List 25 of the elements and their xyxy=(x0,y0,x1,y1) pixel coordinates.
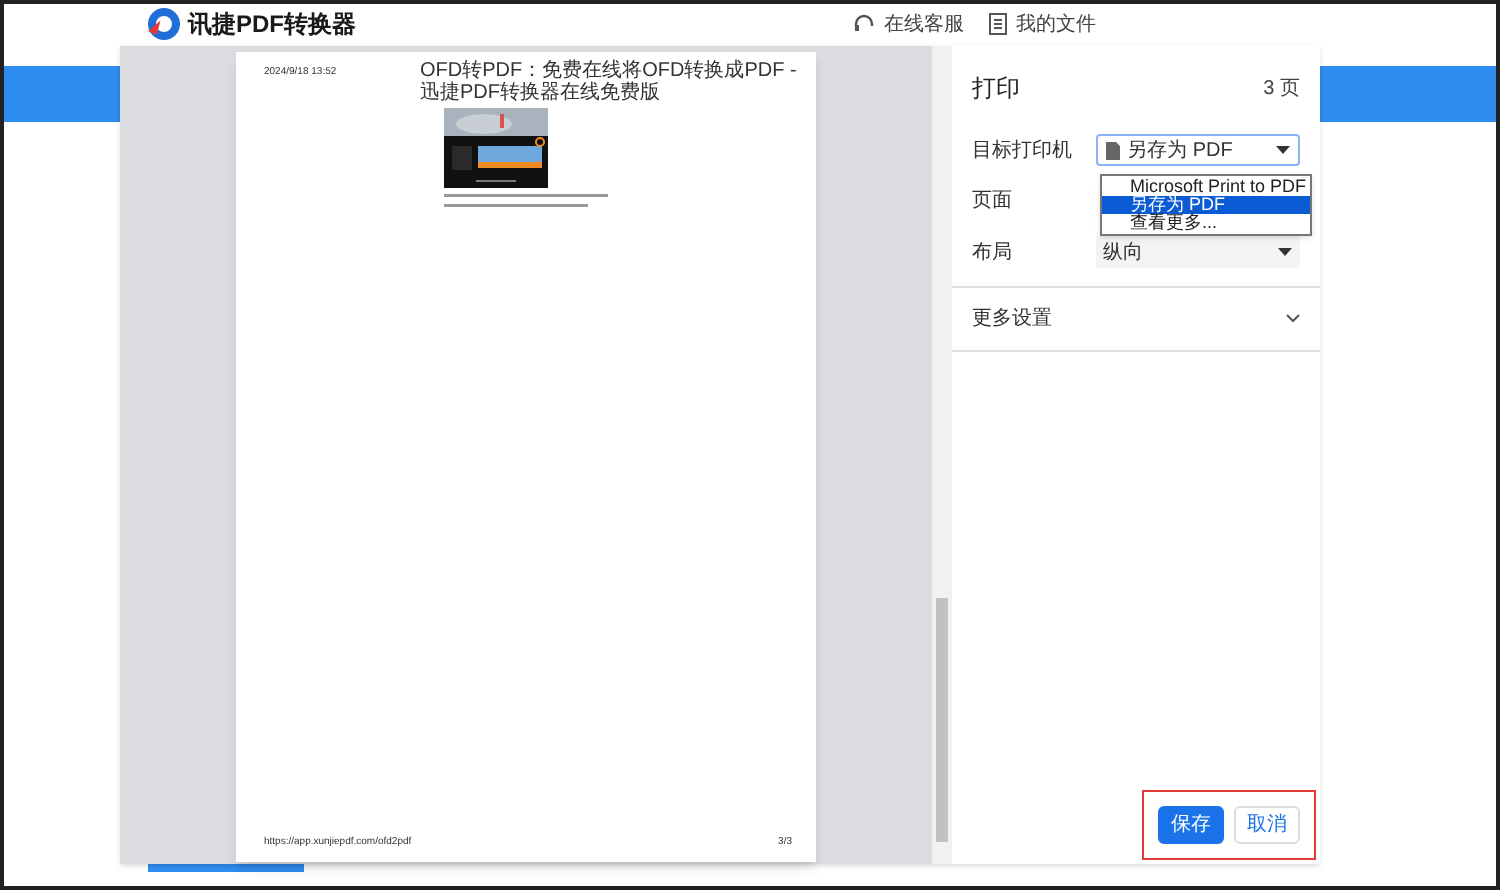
save-button[interactable]: 保存 xyxy=(1158,806,1224,844)
field-label: 目标打印机 xyxy=(972,137,1074,165)
logo-icon xyxy=(148,8,180,40)
caret-icon xyxy=(1278,248,1292,256)
field-label: 页面 xyxy=(972,187,1012,215)
page-title: OFD转PDF：免费在线将OFD转换成PDF - 迅捷PDF转换器在线免费版 xyxy=(420,60,799,104)
header-link[interactable]: 我的文件 xyxy=(988,9,1096,39)
file-icon xyxy=(1105,141,1120,159)
logo-text: 讯捷PDF转换器 xyxy=(188,8,356,42)
dropdown-option[interactable]: 查看更多... xyxy=(1102,214,1310,232)
page-count: 3 页 xyxy=(1263,75,1300,103)
headset-icon xyxy=(852,12,876,36)
caret-icon xyxy=(1276,146,1290,154)
document-icon xyxy=(988,12,1008,36)
printer-select[interactable]: 另存为 PDF xyxy=(1095,134,1300,166)
chevron-down-icon xyxy=(1286,314,1300,324)
dropdown-option[interactable]: Microsoft Print to PDF xyxy=(1102,178,1310,196)
scrollbar[interactable] xyxy=(932,46,952,864)
dropdown-option[interactable]: 另存为 PDF xyxy=(1102,196,1310,214)
panel-title: 打印 xyxy=(972,72,1020,106)
cancel-button[interactable]: 取消 xyxy=(1234,806,1300,844)
layout-select[interactable]: 纵向 xyxy=(1095,236,1300,268)
header-link[interactable]: 在线客服 xyxy=(852,9,964,39)
more-settings-row[interactable]: 更多设置 xyxy=(952,288,1320,352)
field-label: 布局 xyxy=(972,239,1014,267)
